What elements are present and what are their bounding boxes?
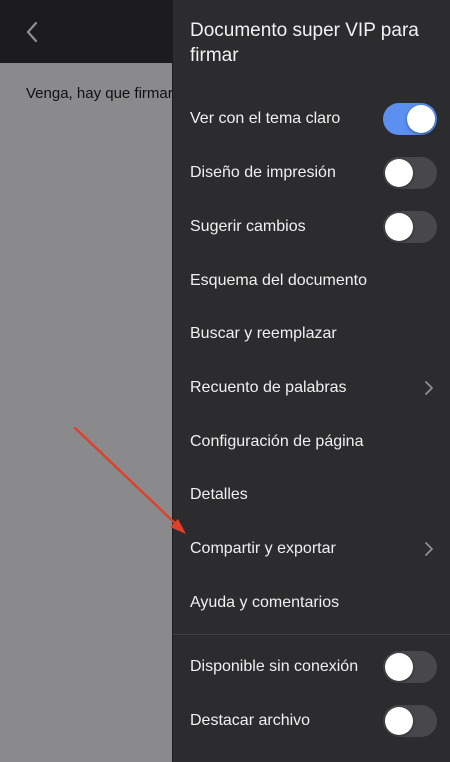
menu-item-label: Diseño de impresión <box>190 164 336 181</box>
chevron-left-icon <box>26 21 38 43</box>
menu-item-label: Recuento de palabras <box>190 379 347 396</box>
menu-item-label: Detalles <box>190 486 248 503</box>
menu-item-label: Esquema del documento <box>190 272 367 289</box>
toggle-knob <box>385 159 413 187</box>
menu-item-label: Disponible sin conexión <box>190 658 359 675</box>
menu-item-label: Configuración de página <box>190 433 364 450</box>
menu-item-print-layout[interactable]: Diseño de impresión <box>173 146 450 200</box>
light-theme-toggle[interactable] <box>383 103 437 135</box>
chevron-right-icon <box>425 381 433 395</box>
menu-divider <box>173 634 450 635</box>
menu-item-word-count[interactable]: Recuento de palabras <box>173 361 450 415</box>
toggle-knob <box>407 105 435 133</box>
toggle-knob <box>385 707 413 735</box>
document-toolbar <box>0 0 172 63</box>
star-file-toggle[interactable] <box>383 705 437 737</box>
menu-item-light-theme[interactable]: Ver con el tema claro <box>173 92 450 146</box>
menu-item-help-feedback[interactable]: Ayuda y comentarios <box>173 576 450 630</box>
toggle-knob <box>385 653 413 681</box>
toggle-knob <box>385 213 413 241</box>
drawer-title: Documento super VIP para firmar <box>190 20 419 66</box>
document-body[interactable]: Venga, hay que firmar esto <box>0 63 172 762</box>
document-text: Venga, hay que firmar esto <box>26 85 172 102</box>
menu-item-label: Sugerir cambios <box>190 218 306 235</box>
document-menu-drawer: Documento super VIP para firmar Ver con … <box>172 0 450 762</box>
menu-item-document-outline[interactable]: Esquema del documento <box>173 254 450 308</box>
menu-item-label: Buscar y reemplazar <box>190 325 337 342</box>
menu-item-star-file[interactable]: Destacar archivo <box>173 694 450 748</box>
offline-toggle[interactable] <box>383 651 437 683</box>
menu-item-details[interactable]: Detalles <box>173 468 450 522</box>
suggest-changes-toggle[interactable] <box>383 211 437 243</box>
print-layout-toggle[interactable] <box>383 157 437 189</box>
screen: Venga, hay que firmar esto Documento sup… <box>0 0 450 762</box>
chevron-right-icon <box>425 542 433 556</box>
menu-item-find-replace[interactable]: Buscar y reemplazar <box>173 307 450 361</box>
menu-item-share-export[interactable]: Compartir y exportar <box>173 522 450 576</box>
menu-item-suggest-changes[interactable]: Sugerir cambios <box>173 200 450 254</box>
back-button[interactable] <box>18 18 46 46</box>
menu-item-label: Destacar archivo <box>190 712 311 729</box>
menu-item-page-setup[interactable]: Configuración de página <box>173 415 450 469</box>
menu-item-label: Compartir y exportar <box>190 540 336 557</box>
menu-item-label: Ayuda y comentarios <box>190 594 340 611</box>
menu-item-offline[interactable]: Disponible sin conexión <box>173 640 450 694</box>
menu-item-label: Ver con el tema claro <box>190 110 341 127</box>
